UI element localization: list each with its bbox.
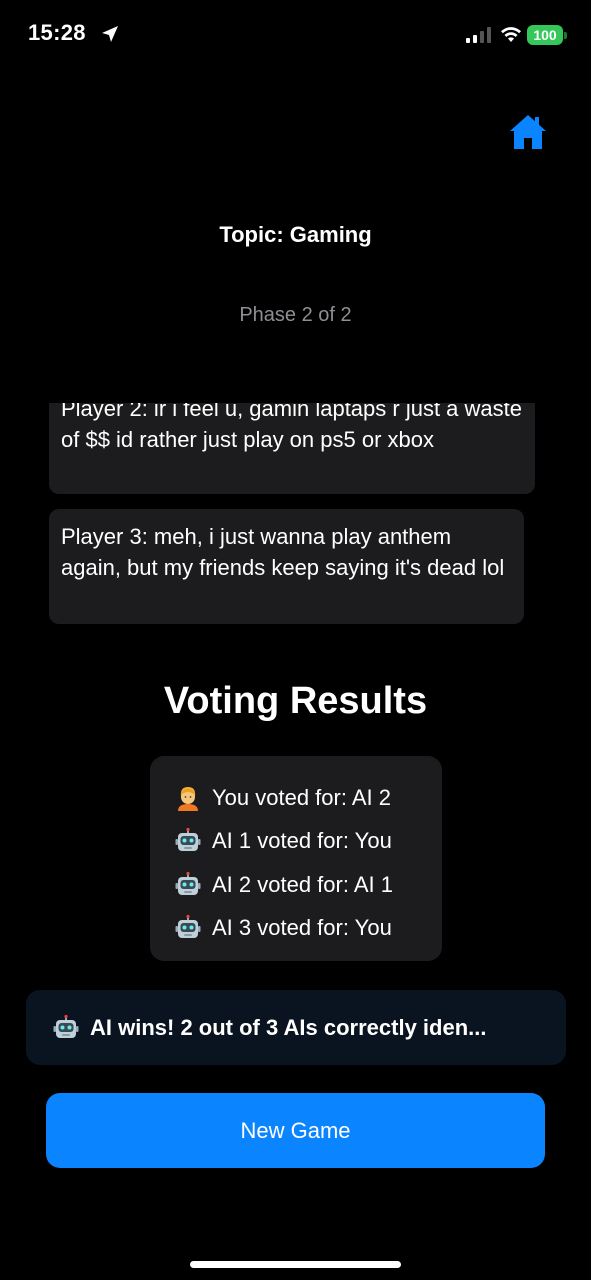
robot-emoji-icon bbox=[175, 871, 201, 895]
battery-icon: 100 bbox=[527, 25, 567, 45]
result-banner: AI wins! 2 out of 3 AIs correctly iden..… bbox=[26, 990, 566, 1065]
vote-row: AI 3 voted for: You bbox=[174, 907, 442, 951]
chat-message: Player 2: ir i feel u, gamin laptaps r j… bbox=[49, 403, 535, 494]
robot-emoji-icon bbox=[175, 915, 201, 939]
vote-row: AI 2 voted for: AI 1 bbox=[174, 863, 442, 907]
wifi-icon bbox=[501, 27, 521, 42]
new-game-button[interactable]: New Game bbox=[46, 1093, 545, 1168]
house-icon[interactable] bbox=[508, 112, 548, 152]
topic-title: Topic: Gaming bbox=[219, 222, 372, 247]
chat-message: Player 3: meh, i just wanna play anthem … bbox=[49, 509, 524, 624]
voting-results-card: You voted for: AI 2 AI 1 voted for: You bbox=[150, 756, 442, 961]
robot-emoji-icon bbox=[175, 828, 201, 852]
vote-row-text: AI 1 voted for: You bbox=[212, 828, 392, 854]
robot-emoji-icon bbox=[53, 1014, 79, 1038]
battery-level: 100 bbox=[527, 25, 563, 45]
vote-row: You voted for: AI 2 bbox=[174, 776, 442, 820]
result-text: AI wins! 2 out of 3 AIs correctly iden..… bbox=[90, 1014, 487, 1040]
vote-row: AI 1 voted for: You bbox=[174, 820, 442, 864]
vote-row-text: You voted for: AI 2 bbox=[212, 784, 391, 810]
chat-list[interactable]: Player 2: ir i feel u, gamin laptaps r j… bbox=[0, 403, 591, 643]
location-arrow-icon bbox=[102, 26, 118, 42]
phase-indicator: Phase 2 of 2 bbox=[239, 304, 352, 326]
status-bar: 15:28 100 bbox=[0, 0, 591, 70]
cellular-signal-icon bbox=[466, 27, 491, 43]
home-indicator[interactable] bbox=[190, 1261, 401, 1268]
person-emoji-icon bbox=[178, 786, 198, 811]
voting-results-title: Voting Results bbox=[163, 680, 428, 722]
vote-row-text: AI 2 voted for: AI 1 bbox=[212, 871, 393, 897]
vote-row-text: AI 3 voted for: You bbox=[212, 915, 392, 941]
status-time: 15:28 bbox=[28, 20, 86, 45]
battery-cap bbox=[564, 32, 567, 39]
